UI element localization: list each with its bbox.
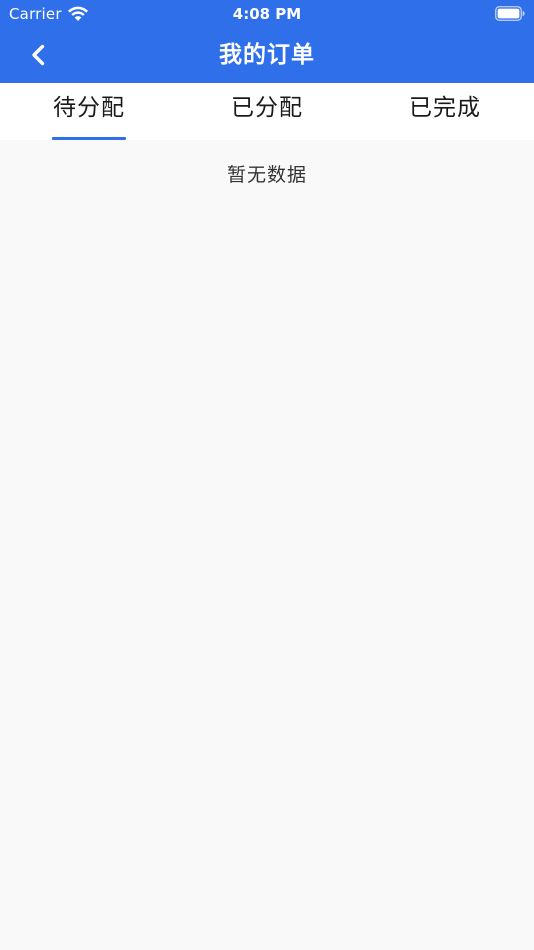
status-bar: Carrier 4:08 PM (0, 0, 534, 27)
chevron-left-icon (32, 44, 45, 66)
header: Carrier 4:08 PM 我的订单 (0, 0, 534, 83)
order-list: 暂无数据 (0, 140, 534, 950)
tab-label: 待分配 (53, 95, 125, 121)
tab-label: 已完成 (409, 95, 481, 121)
back-button[interactable] (18, 37, 58, 73)
tab-label: 已分配 (231, 95, 303, 121)
tab-pending[interactable]: 待分配 (0, 83, 178, 140)
status-time: 4:08 PM (232, 5, 302, 23)
battery-icon (495, 6, 525, 21)
app-screen: Carrier 4:08 PM 我的订单 待分配 已分配 已完成 暂无数据 (0, 0, 534, 950)
order-status-tabs: 待分配 已分配 已完成 (0, 83, 534, 140)
empty-state-text: 暂无数据 (226, 164, 307, 186)
tab-assigned[interactable]: 已分配 (178, 83, 356, 140)
tab-completed[interactable]: 已完成 (356, 83, 534, 140)
page-title: 我的订单 (219, 42, 315, 68)
nav-bar: 我的订单 (0, 27, 534, 83)
